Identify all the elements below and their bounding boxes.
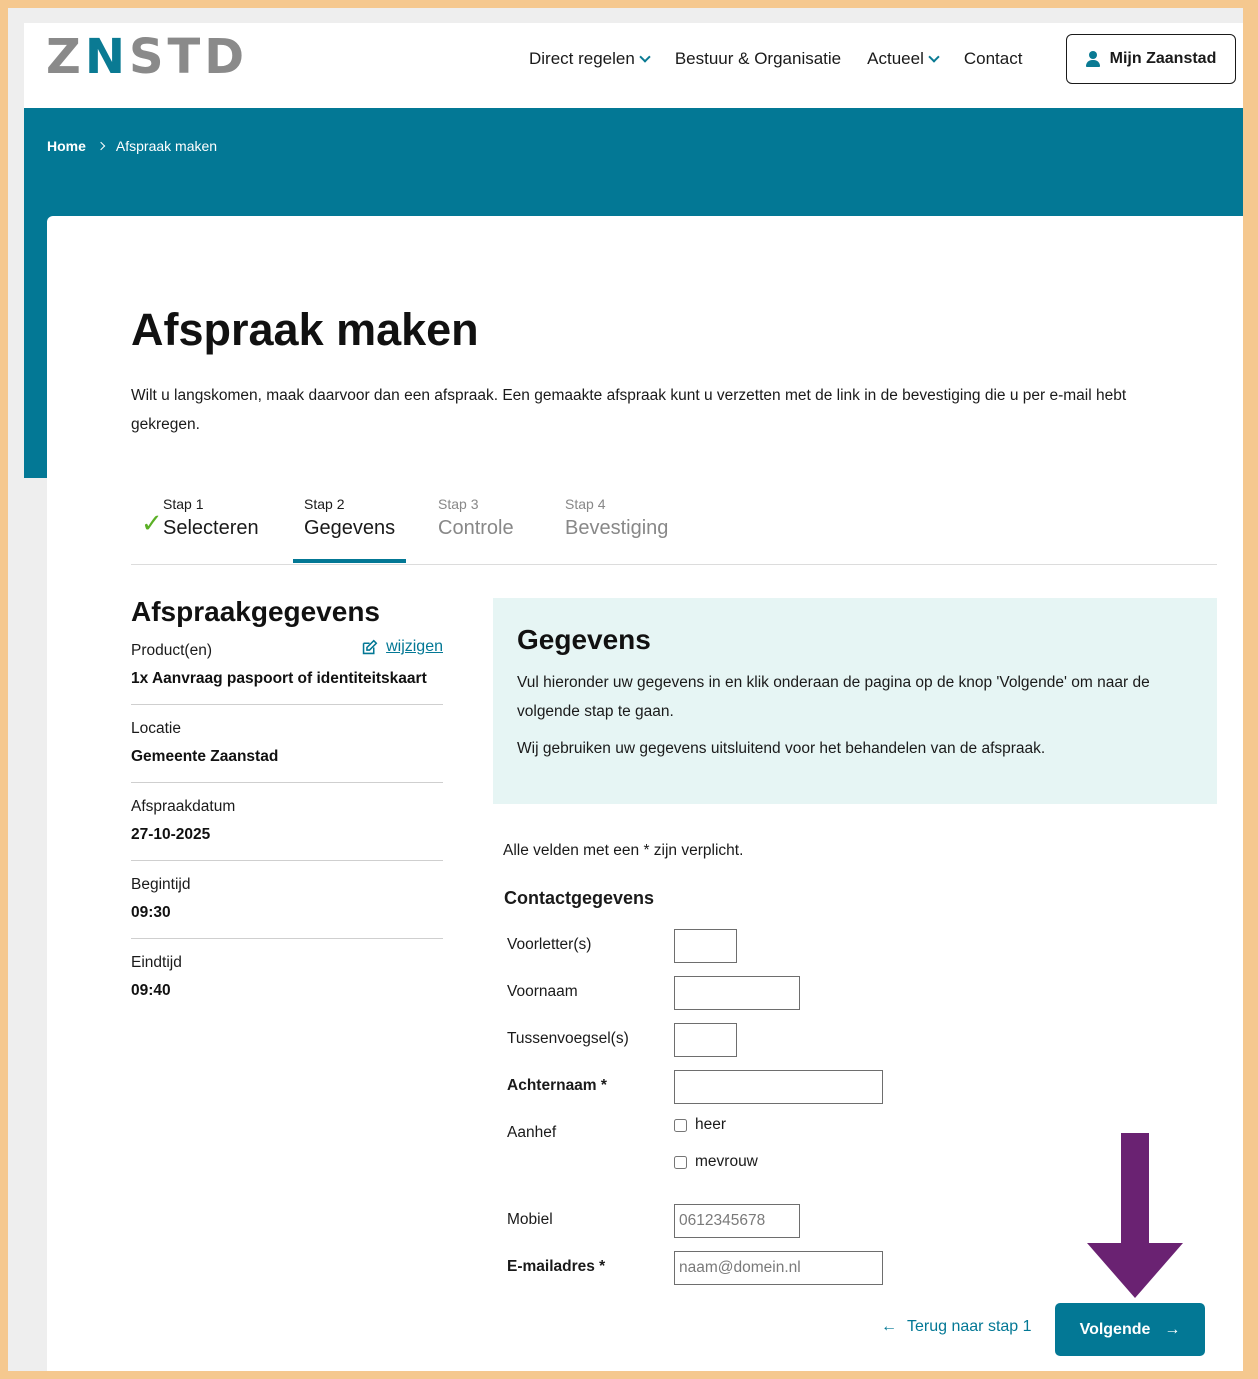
arrow-right-icon: →: [1164, 1320, 1181, 1338]
summary-item: Begintijd 09:30: [131, 861, 443, 939]
arrow-left-icon: ←: [881, 1318, 897, 1335]
salutation-heer-checkbox[interactable]: heer: [674, 1116, 726, 1134]
email-input[interactable]: [674, 1251, 883, 1285]
step-4[interactable]: Stap 4 Bevestiging: [565, 496, 668, 540]
initials-label: Voorletter(s): [507, 936, 592, 953]
logo[interactable]: ZNSTD: [46, 33, 248, 81]
user-icon: [1085, 51, 1100, 67]
edit-icon: [362, 639, 378, 654]
annotation-arrow-icon: [1087, 1133, 1183, 1298]
section-title: Contactgegevens: [504, 888, 655, 908]
infix-label: Tussenvoegsel(s): [507, 1030, 629, 1047]
salutation-mevrouw-checkbox[interactable]: mevrouw: [674, 1153, 758, 1171]
info-panel: Gegevens Vul hieronder uw gegevens in en…: [493, 598, 1217, 804]
page: ZNSTD Direct regelen Bestuur & Organisat…: [24, 23, 1243, 1371]
edit-link[interactable]: wijzigen: [361, 638, 443, 656]
breadcrumb-home[interactable]: Home: [47, 138, 86, 154]
stepper: ✓ Stap 1 Selecteren Stap 2 Gegevens Stap…: [131, 496, 1217, 565]
nav-bestuur-organisatie[interactable]: Bestuur & Organisatie: [675, 49, 841, 69]
infix-input[interactable]: [674, 1023, 737, 1057]
breadcrumb: Home Afspraak maken: [47, 138, 217, 154]
summary-item: Locatie Gemeente Zaanstad: [131, 705, 443, 783]
summary-item: Afspraakdatum 27-10-2025: [131, 783, 443, 861]
firstname-label: Voornaam: [507, 983, 578, 1000]
lastname-label: Achternaam *: [507, 1077, 607, 1094]
screenshot-frame: ZNSTD Direct regelen Bestuur & Organisat…: [8, 8, 1243, 1371]
step-3[interactable]: Stap 3 Controle: [438, 496, 514, 540]
checkmark-icon: ✓: [141, 508, 163, 538]
nav-actueel[interactable]: Actueel: [867, 49, 940, 69]
summary-item: Eindtijd 09:40: [131, 954, 182, 999]
nav-contact[interactable]: Contact: [964, 49, 1023, 69]
firstname-input[interactable]: [674, 976, 800, 1010]
checkbox[interactable]: [674, 1155, 687, 1169]
back-link[interactable]: ← Terug naar stap 1: [881, 1318, 1032, 1336]
chevron-down-icon: [639, 51, 651, 63]
mobile-label: Mobiel: [507, 1211, 553, 1228]
mijn-zaanstad-button[interactable]: Mijn Zaanstad: [1066, 34, 1236, 84]
chevron-right-icon: [96, 141, 106, 151]
salutation-label: Aanhef: [507, 1124, 557, 1141]
main-nav: Direct regelen Bestuur & Organisatie Act…: [529, 49, 1022, 69]
content-card: Afspraak maken Wilt u langskomen, maak d…: [47, 216, 1243, 1371]
summary-title: Afspraakgegevens: [131, 596, 381, 627]
required-note: Alle velden met een * zijn verplicht.: [503, 842, 744, 859]
page-title: Afspraak maken: [131, 304, 479, 355]
privacy-text: Wij gebruiken uw gegevens uitsluitend vo…: [517, 740, 1046, 757]
breadcrumb-current: Afspraak maken: [115, 138, 218, 154]
step-2[interactable]: Stap 2 Gegevens: [292, 496, 407, 563]
chevron-down-icon: [928, 51, 940, 63]
info-text: Vul hieronder uw gegevens in en klik ond…: [517, 674, 1150, 720]
mobile-input[interactable]: [674, 1204, 800, 1238]
appointment-summary: Afspraakgegevens wijzigen Product(en) 1x…: [131, 596, 443, 1016]
intro-text: Wilt u langskomen, maak daarvoor dan een…: [131, 387, 1127, 433]
checkbox[interactable]: [674, 1118, 687, 1132]
info-title: Gegevens: [517, 624, 651, 655]
initials-input[interactable]: [674, 929, 737, 963]
lastname-input[interactable]: [674, 1070, 883, 1104]
site-header: ZNSTD Direct regelen Bestuur & Organisat…: [24, 23, 1243, 108]
next-button[interactable]: Volgende →: [1055, 1303, 1205, 1356]
email-label: E-mailadres *: [507, 1258, 606, 1275]
step-1[interactable]: ✓ Stap 1 Selecteren: [141, 496, 259, 540]
nav-direct-regelen[interactable]: Direct regelen: [529, 49, 651, 69]
